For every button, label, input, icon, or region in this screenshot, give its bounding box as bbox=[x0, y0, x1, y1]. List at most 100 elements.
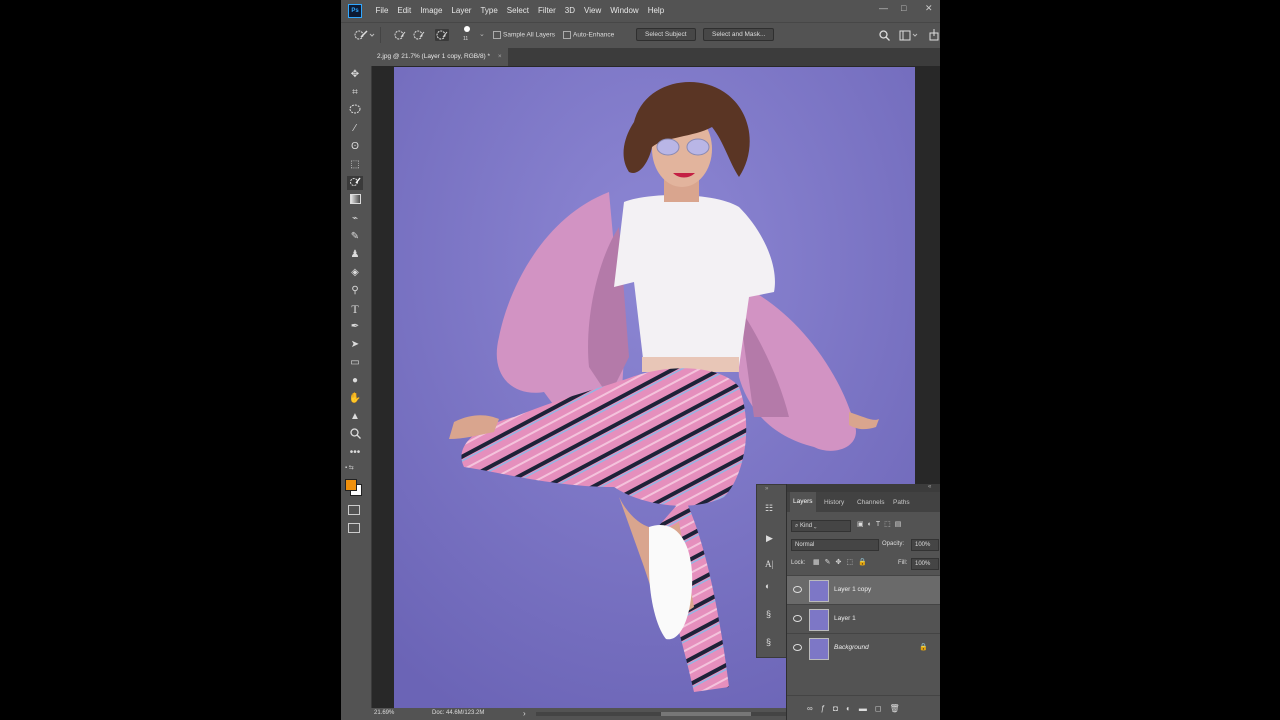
layer-row-background[interactable]: Background 🔒 bbox=[787, 633, 940, 662]
tab-layers[interactable]: Layers bbox=[790, 492, 816, 512]
quick-mask-icon[interactable] bbox=[348, 505, 360, 515]
layer-name[interactable]: Layer 1 bbox=[834, 615, 856, 622]
fill-label: Fill: bbox=[898, 560, 908, 566]
menu-edit[interactable]: Edit bbox=[393, 6, 416, 15]
tools-panel: ✥ ⌗ ⁄ ʘ ⬚ ⌁ ✎ ♟ ◈ ⚲ T ✒ ➤ ▭ ● ✋ ▲ ••• ▪ … bbox=[341, 66, 372, 720]
search-icon[interactable] bbox=[879, 30, 890, 41]
layer-row-layer-1-copy[interactable]: Layer 1 copy bbox=[787, 575, 940, 604]
zoom-icon[interactable] bbox=[347, 428, 363, 442]
history-brush-panel-icon[interactable]: § bbox=[766, 609, 771, 619]
layers-footer: ∞ƒ◘◐▬◻🗑 bbox=[787, 695, 940, 720]
collapse-icon[interactable]: » bbox=[765, 486, 768, 492]
minimize-button[interactable]: — bbox=[879, 3, 888, 13]
eyedropper-icon[interactable]: ⁄ bbox=[347, 122, 363, 136]
close-tab-icon[interactable]: × bbox=[498, 53, 502, 60]
selection-mode-icons[interactable] bbox=[393, 29, 455, 41]
menu-view[interactable]: View bbox=[580, 6, 606, 15]
hand-icon[interactable]: ✋ bbox=[347, 392, 363, 406]
rectangle-icon[interactable]: ▭ bbox=[347, 356, 363, 370]
filter-kind-label: Kind bbox=[800, 523, 813, 529]
sharpen-icon[interactable]: ▲ bbox=[347, 410, 363, 424]
menu-filter[interactable]: Filter bbox=[534, 6, 561, 15]
document-tab[interactable]: 2.jpg @ 21.7% (Layer 1 copy, RGB/8) * × bbox=[371, 48, 508, 66]
document-tab-bar: 2.jpg @ 21.7% (Layer 1 copy, RGB/8) * × bbox=[371, 48, 940, 66]
brush-icon[interactable]: ✎ bbox=[347, 230, 363, 244]
lock-icons[interactable]: ▦✎✥⬚🔒 bbox=[813, 558, 872, 566]
eraser-icon[interactable]: ◈ bbox=[347, 266, 363, 280]
maximize-button[interactable]: □ bbox=[901, 3, 906, 13]
layer-name[interactable]: Layer 1 copy bbox=[834, 586, 871, 593]
filter-icons[interactable]: ▣◐T⬚▤ bbox=[857, 520, 905, 528]
quick-select-preset-icon[interactable] bbox=[353, 29, 375, 41]
menu-file[interactable]: File bbox=[371, 6, 393, 15]
chevron-down-icon[interactable]: ⌄ bbox=[479, 30, 485, 38]
brush-settings-icon[interactable]: § bbox=[766, 637, 771, 647]
share-icon[interactable] bbox=[929, 29, 940, 41]
layer-row-layer-1[interactable]: Layer 1 bbox=[787, 604, 940, 633]
blend-mode-select[interactable]: Normal bbox=[791, 539, 879, 551]
scrollbar-thumb[interactable] bbox=[661, 712, 751, 716]
lasso-icon[interactable]: ʘ bbox=[347, 140, 363, 154]
sample-all-layers-checkbox[interactable]: Sample All Layers bbox=[493, 31, 555, 39]
opacity-field[interactable]: 100% bbox=[911, 539, 939, 551]
panel-header: « bbox=[787, 484, 940, 492]
checkbox-icon bbox=[563, 31, 571, 39]
footer-icons[interactable]: ∞ƒ◘◐▬◻🗑 bbox=[807, 704, 908, 713]
eye-icon[interactable] bbox=[793, 586, 802, 593]
adjustments-icon[interactable]: ◐ bbox=[765, 581, 770, 591]
menu-window[interactable]: Window bbox=[606, 6, 643, 15]
marquee-icon[interactable] bbox=[347, 104, 363, 118]
fill-field[interactable]: 100% bbox=[911, 558, 939, 570]
eye-icon[interactable] bbox=[793, 615, 802, 622]
workspace-icon[interactable] bbox=[899, 30, 919, 41]
menu-image[interactable]: Image bbox=[416, 6, 447, 15]
menu-items: File Edit Image Layer Type Select Filter… bbox=[371, 6, 669, 15]
menu-type[interactable]: Type bbox=[476, 6, 502, 15]
layer-name[interactable]: Background bbox=[834, 644, 869, 651]
horizontal-scrollbar[interactable] bbox=[536, 712, 786, 716]
layers-panel: « Layers History Channels Paths ⌕ Kind ⌄… bbox=[786, 484, 940, 720]
move-icon[interactable]: ✥ bbox=[347, 68, 363, 82]
crop-icon[interactable]: ⌗ bbox=[347, 86, 363, 100]
screen-mode-icon[interactable] bbox=[348, 523, 360, 533]
brush-preview-icon[interactable] bbox=[464, 26, 470, 32]
filter-kind-select[interactable]: ⌕ Kind ⌄ bbox=[791, 520, 851, 532]
path-select-icon[interactable]: ➤ bbox=[347, 338, 363, 352]
menu-help[interactable]: Help bbox=[643, 6, 668, 15]
document-size: Doc: 44.6M/123.2M bbox=[432, 710, 485, 716]
menu-layer[interactable]: Layer bbox=[447, 6, 476, 15]
tab-history[interactable]: History bbox=[824, 499, 844, 506]
history-brush-icon[interactable]: ⚲ bbox=[347, 284, 363, 298]
actions-play-icon[interactable]: ▶ bbox=[766, 533, 773, 544]
quick-select-icon[interactable] bbox=[347, 176, 363, 190]
auto-enhance-checkbox[interactable]: Auto-Enhance bbox=[563, 31, 614, 39]
checkbox-icon bbox=[493, 31, 501, 39]
status-menu-arrow-icon[interactable]: › bbox=[523, 709, 526, 718]
lock-icon: 🔒 bbox=[919, 644, 928, 651]
blur-icon[interactable]: ● bbox=[347, 374, 363, 388]
gradient-icon[interactable] bbox=[347, 194, 363, 208]
menu-3d[interactable]: 3D bbox=[560, 6, 579, 15]
pen-icon[interactable]: ✒ bbox=[347, 320, 363, 334]
healing-brush-icon[interactable]: ⌁ bbox=[347, 212, 363, 226]
layer-thumbnail bbox=[809, 580, 829, 602]
reset-colors-icon[interactable]: ▪ ⇆ bbox=[345, 464, 354, 471]
more-icon[interactable]: ••• bbox=[347, 446, 363, 460]
properties-icon[interactable]: ☷ bbox=[765, 503, 777, 515]
foreground-color-swatch[interactable] bbox=[345, 479, 357, 491]
zoom-level[interactable]: 21.69% bbox=[374, 710, 394, 716]
select-subject-button[interactable]: Select Subject bbox=[636, 28, 696, 41]
brush-size[interactable]: 11 bbox=[463, 36, 468, 42]
menu-select[interactable]: Select bbox=[502, 6, 533, 15]
collapse-icon[interactable]: « bbox=[928, 484, 931, 490]
clone-stamp-icon[interactable]: ♟ bbox=[347, 248, 363, 262]
type-icon[interactable]: T bbox=[347, 302, 363, 316]
close-button[interactable]: ✕ bbox=[925, 3, 933, 14]
select-and-mask-button[interactable]: Select and Mask... bbox=[703, 28, 775, 41]
tab-channels[interactable]: Channels bbox=[857, 499, 884, 506]
tab-paths[interactable]: Paths bbox=[893, 499, 910, 506]
object-select-icon[interactable]: ⬚ bbox=[347, 158, 363, 172]
character-icon[interactable]: A| bbox=[765, 559, 773, 569]
eye-icon[interactable] bbox=[793, 644, 802, 651]
panel-dock: » ☷ ▶ A| ◐ § § bbox=[756, 484, 787, 658]
